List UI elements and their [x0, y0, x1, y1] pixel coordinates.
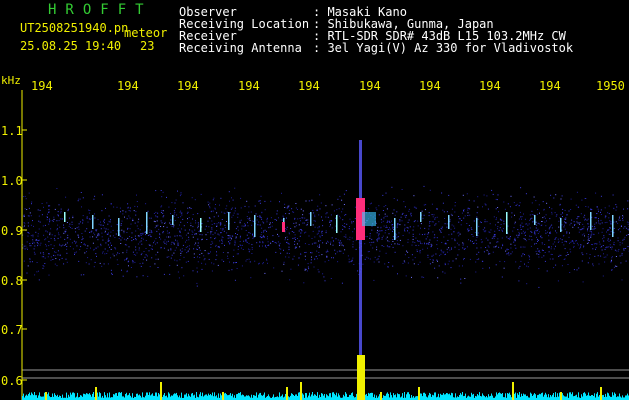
y-tick-label: 0.6	[1, 374, 23, 388]
antenna-value: : 3el Yagi(V) Az 330 for Vladivostok	[313, 41, 574, 55]
y-tick-label: 0.7	[1, 323, 23, 337]
filename: UT2508251940.pn	[20, 21, 129, 35]
time-tick-label: 194	[298, 79, 320, 93]
time-tick-label: 194	[31, 79, 53, 93]
y-tick-label: 0.8	[1, 274, 23, 288]
time-tick-label: 194	[177, 79, 199, 93]
brand-title: HROFFT	[48, 2, 153, 18]
y-axis-unit: kHz	[1, 74, 21, 87]
antenna-label: Receiving Antenna	[179, 41, 302, 55]
y-tick-label: 1.0	[1, 174, 23, 188]
time-tick-label: 1950	[596, 79, 625, 93]
y-tick-label: 1.1	[1, 124, 23, 138]
time-tick-label: 194	[539, 79, 561, 93]
datetime: 25.08.25 19:40	[20, 39, 122, 53]
spectrogram	[0, 0, 629, 400]
detection-tag: meteor	[124, 26, 168, 40]
time-tick-label: 194	[479, 79, 501, 93]
time-tick-label: 194	[238, 79, 260, 93]
time-tick-label: 194	[419, 79, 441, 93]
time-tick-label: 194	[359, 79, 381, 93]
time-tick-label: 194	[117, 79, 139, 93]
y-tick-label: 0.9	[1, 224, 23, 238]
detection-count: 23	[140, 39, 155, 53]
